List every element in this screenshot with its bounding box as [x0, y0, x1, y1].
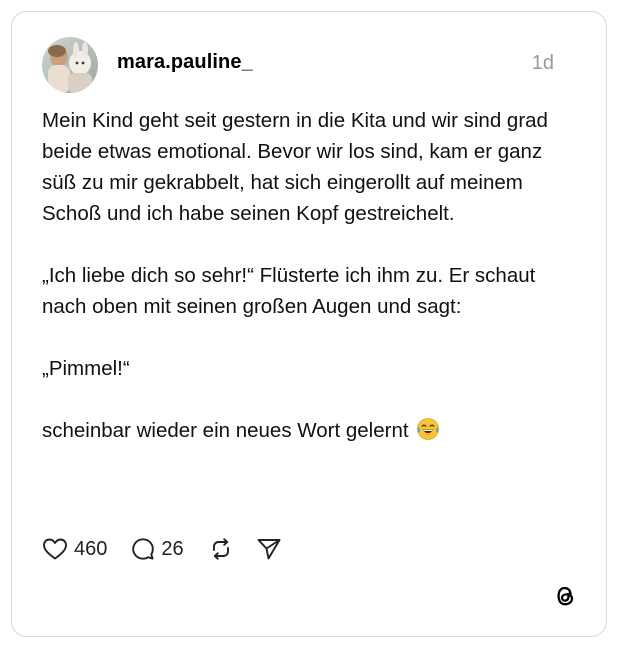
post-card: mara.pauline_ 1d Mein Kind geht seit ges… [11, 11, 607, 637]
paragraph: „Pimmel!“ [42, 357, 130, 380]
timestamp: 1d [531, 52, 554, 74]
threads-logo [552, 583, 578, 609]
reply-count: 26 [161, 537, 184, 560]
paragraph: scheinbar wieder ein neues Wort gelernt [42, 419, 409, 442]
paragraph: „Ich liebe dich so sehr!“ Flüsterte ich … [42, 264, 536, 318]
username[interactable]: mara.pauline_ [117, 51, 253, 74]
share-icon [256, 537, 282, 561]
like-button[interactable]: 460 [42, 537, 107, 561]
repost-icon [208, 537, 234, 561]
post-text: Mein Kind geht seit gestern in die Kita … [42, 105, 582, 450]
comment-icon [131, 537, 155, 561]
share-button[interactable] [256, 537, 282, 561]
paragraph: Mein Kind geht seit gestern in die Kita … [42, 109, 548, 225]
repost-button[interactable] [208, 537, 234, 561]
reply-button[interactable]: 26 [131, 537, 184, 561]
paragraph-with-emoji: scheinbar wieder ein neues Wort gelernt [42, 415, 582, 450]
avatar[interactable] [42, 37, 98, 93]
tears-of-joy-emoji [416, 417, 440, 450]
action-bar: 460 26 [42, 535, 282, 563]
heart-icon [42, 537, 68, 561]
like-count: 460 [74, 537, 108, 560]
